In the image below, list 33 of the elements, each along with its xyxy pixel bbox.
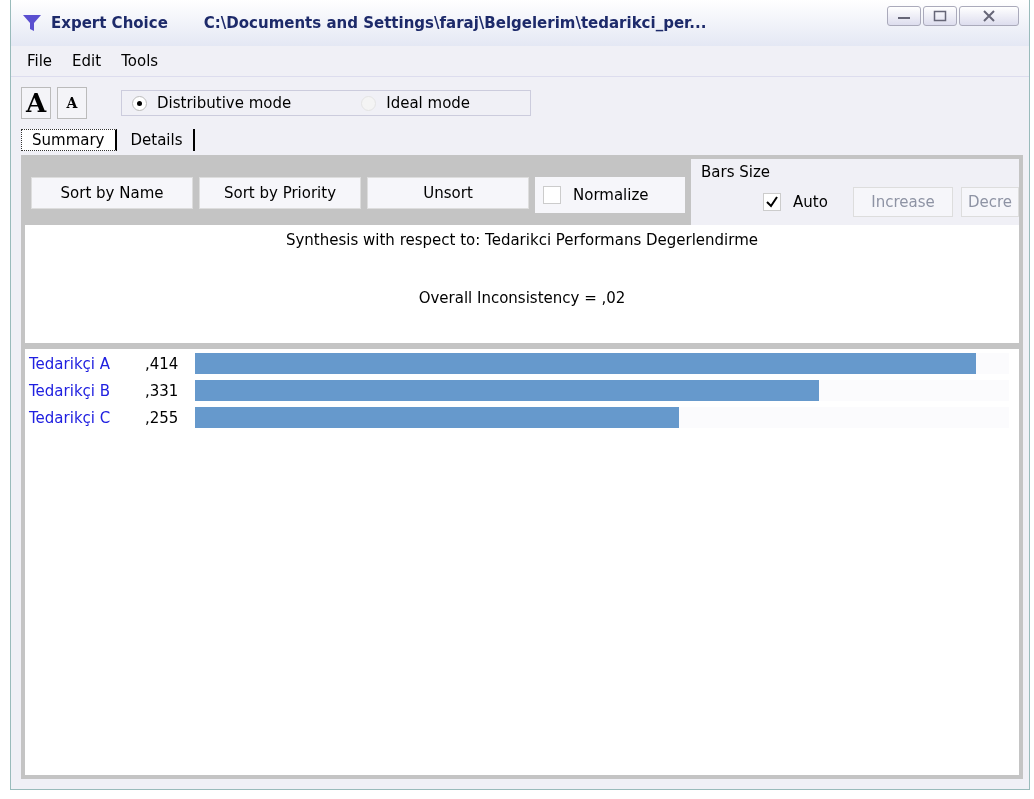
normalize-checkbox[interactable]: Normalize [535, 177, 685, 213]
alternative-name: Tedarikçi A [29, 354, 112, 373]
priority-value: ,331 [145, 381, 180, 400]
maximize-button[interactable] [923, 6, 957, 26]
sort-button[interactable]: Unsort [367, 177, 529, 209]
radio-dot[interactable] [132, 95, 147, 111]
menu-item[interactable]: Edit [72, 52, 102, 70]
group-title: Bars Size [701, 163, 772, 181]
maximize-icon [933, 10, 947, 22]
increase-font-button[interactable]: A [21, 87, 51, 119]
synthesis-heading: Synthesis with respect to: Tedarikci Performans Degerlendirme [285, 231, 758, 249]
close-button[interactable] [959, 6, 1019, 26]
tab[interactable]: Details [120, 129, 195, 151]
alternative-name: Tedarikçi C [29, 408, 112, 427]
sort-button[interactable]: Sort by Name [31, 177, 193, 209]
minimize-button[interactable] [887, 6, 921, 26]
decrease-font-button[interactable]: A [57, 87, 87, 119]
tab[interactable]: Summary [21, 129, 117, 151]
checkmark-icon [766, 196, 778, 208]
sort-button[interactable]: Sort by Priority [199, 177, 361, 209]
priority-value: ,255 [145, 408, 180, 427]
mode-radio[interactable]: Distributive mode [132, 94, 292, 112]
close-icon [982, 10, 996, 22]
priority-value: ,414 [145, 354, 180, 373]
inconsistency-text: Overall Inconsistency = ,02 [418, 289, 626, 307]
alternative-name: Tedarikçi B [29, 381, 112, 400]
window-title: Expert Choice [51, 14, 168, 32]
funnel-icon [21, 12, 43, 34]
file-path: C:\Documents and Settings\faraj\Belgelerim\tedarikci_per... [203, 14, 708, 32]
menu-item[interactable]: File [27, 52, 53, 70]
mode-radio[interactable]: Ideal mode [361, 94, 471, 112]
auto-checkbox[interactable]: Auto [755, 193, 845, 211]
menu-item[interactable]: Tools [121, 52, 159, 70]
